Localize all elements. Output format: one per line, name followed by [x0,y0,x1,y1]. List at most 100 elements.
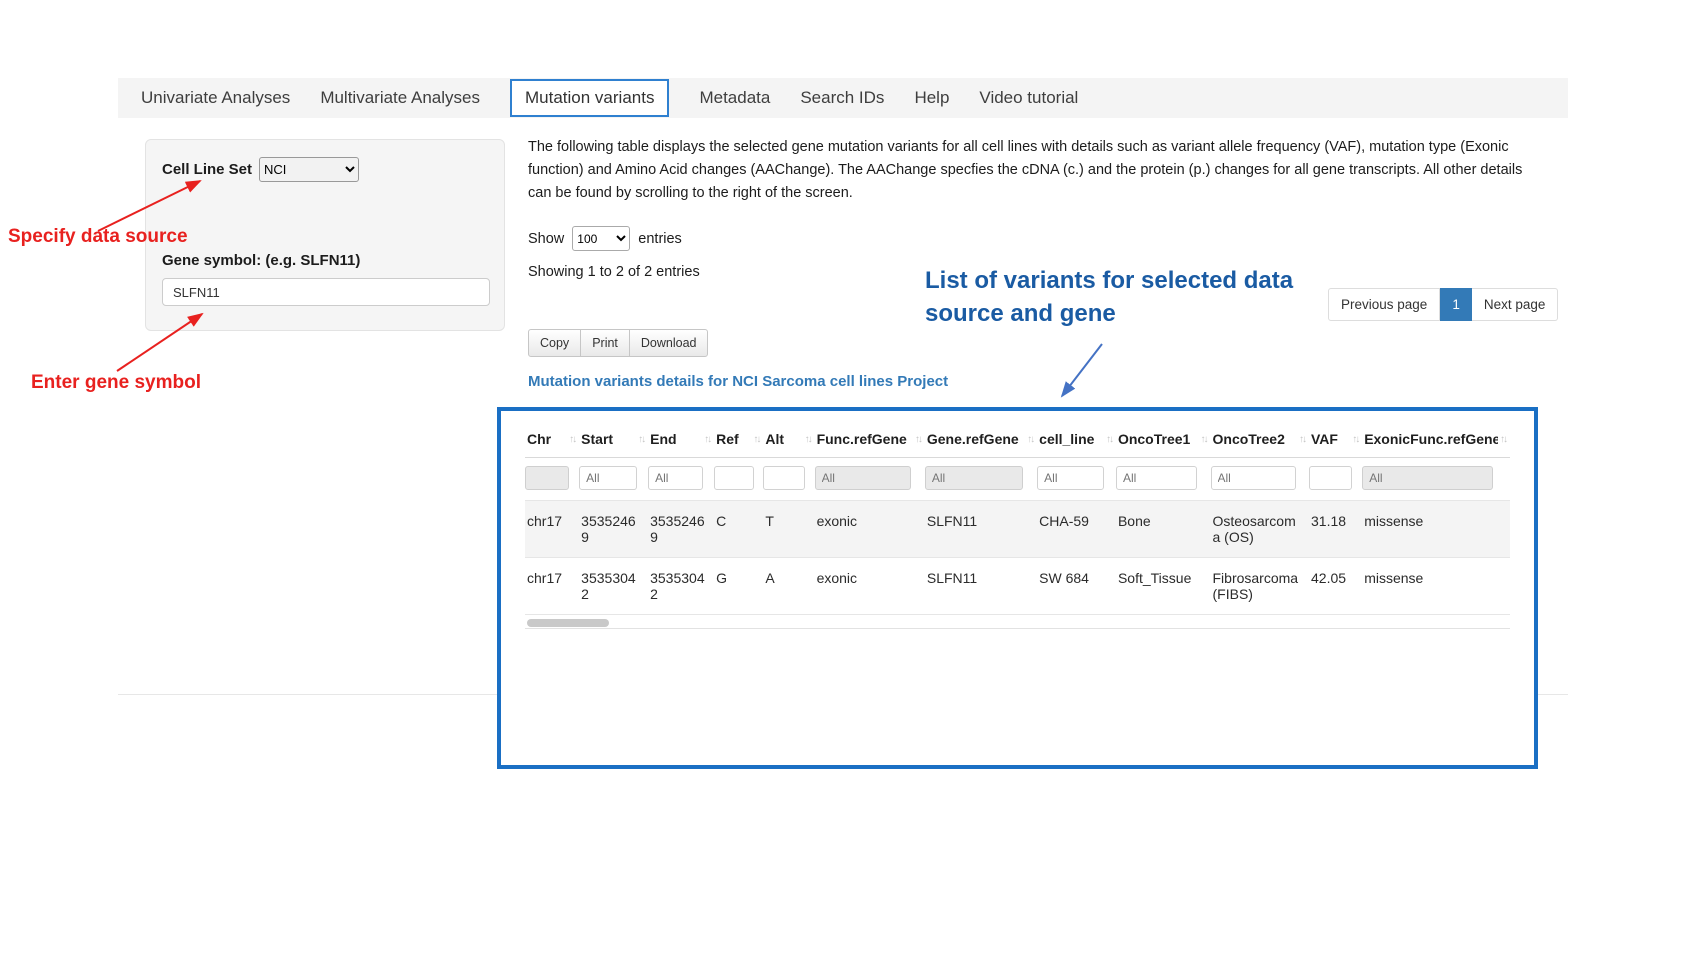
column-header-exonicfunc-refgene[interactable]: ExonicFunc.refGene↑↓ [1362,423,1510,458]
cell-oncotree2: Osteosarcoma (OS) [1211,501,1310,558]
mutation-variants-page: Univariate Analyses Multivariate Analyse… [0,0,1700,956]
variants-table-highlight-box: Chr↑↓ Start↑↓ End↑↓ Ref↑↓ Alt↑↓ Func.ref… [497,407,1538,769]
arrow-variants-list [1062,344,1102,396]
column-label: Chr [527,431,551,447]
column-label: VAF [1311,431,1338,447]
sort-icon: ↑↓ [913,434,921,445]
filter-exonicfunc-refgene[interactable] [1362,466,1492,490]
tab-multivariate-analyses[interactable]: Multivariate Analyses [320,88,480,108]
filter-oncotree1[interactable] [1116,466,1197,490]
page-length-select[interactable]: 100 [572,226,630,251]
column-header-func-refgene[interactable]: Func.refGene ↑↓ [815,423,925,458]
sort-icon: ↑↓ [567,434,575,445]
sort-icon: ↑↓ [702,434,710,445]
filter-chr[interactable] [525,466,569,490]
cell-cell-line: CHA-59 [1037,501,1116,558]
column-label: Func.refGene [817,431,907,447]
column-header-gene-refgene[interactable]: Gene.refGene ↑↓ [925,423,1037,458]
cell-start: 35353042 [579,558,648,615]
controls-panel: Cell Line Set NCI Gene symbol: (e.g. SLF… [145,139,505,331]
gene-symbol-input[interactable] [162,278,490,306]
cell-exonicfunc-refgene: missense [1362,558,1510,615]
annotation-specify-data-source: Specify data source [8,226,188,248]
table-caption-link[interactable]: Mutation variants details for NCI Sarcom… [528,373,948,390]
filter-func-refgene[interactable] [815,466,911,490]
filter-oncotree2[interactable] [1211,466,1296,490]
column-label: OncoTree1 [1118,431,1190,447]
sort-icon: ↑↓ [1025,434,1033,445]
table-header-row: Chr↑↓ Start↑↓ End↑↓ Ref↑↓ Alt↑↓ Func.ref… [525,423,1510,458]
filter-start[interactable] [579,466,637,490]
column-label: Alt [765,431,784,447]
tab-mutation-variants[interactable]: Mutation variants [510,79,669,117]
annotation-variants-list: List of variants for selected data sourc… [925,264,1337,330]
filter-end[interactable] [648,466,703,490]
column-label: ExonicFunc.refGene [1364,431,1498,447]
tab-video-tutorial[interactable]: Video tutorial [979,88,1078,108]
cell-oncotree1: Soft_Tissue [1116,558,1211,615]
column-header-alt[interactable]: Alt ↑↓ [763,423,814,458]
column-label: End [650,431,676,447]
cell-exonicfunc-refgene: missense [1362,501,1510,558]
cell-oncotree1: Bone [1116,501,1211,558]
cell-gene-refgene: SLFN11 [925,501,1037,558]
sort-icon: ↑↓ [1104,434,1112,445]
filter-vaf[interactable] [1309,466,1352,490]
print-button[interactable]: Print [580,329,630,357]
export-button-group: Copy Print Download [528,329,708,357]
page-number-button[interactable]: 1 [1440,288,1472,321]
table-description: The following table displays the selecte… [528,136,1524,205]
cell-start: 35352469 [579,501,648,558]
cell-gene-refgene: SLFN11 [925,558,1037,615]
annotation-enter-gene-symbol: Enter gene symbol [31,372,201,394]
horizontal-scrollbar-thumb[interactable] [527,619,609,627]
column-header-start[interactable]: Start↑↓ [579,423,648,458]
show-entries-control: Show 100 entries [528,226,682,251]
filter-gene-refgene[interactable] [925,466,1023,490]
cell-chr: chr17 [525,558,579,615]
tab-search-ids[interactable]: Search IDs [800,88,884,108]
top-nav: Univariate Analyses Multivariate Analyse… [118,78,1568,118]
cell-end: 35352469 [648,501,714,558]
pagination: Previous page 1 Next page [1328,288,1558,321]
copy-button[interactable]: Copy [528,329,581,357]
showing-entries-status: Showing 1 to 2 of 2 entries [528,264,700,280]
tab-metadata[interactable]: Metadata [699,88,770,108]
sort-icon: ↑↓ [1199,434,1207,445]
sort-icon: ↑↓ [1498,434,1506,445]
variants-table: Chr↑↓ Start↑↓ End↑↓ Ref↑↓ Alt↑↓ Func.ref… [525,423,1510,615]
column-label: Gene.refGene [927,431,1019,447]
sort-icon: ↑↓ [751,434,759,445]
cell-vaf: 42.05 [1309,558,1362,615]
cell-vaf: 31.18 [1309,501,1362,558]
column-header-chr[interactable]: Chr ↑↓ [525,423,579,458]
sort-icon: ↑↓ [1350,434,1358,445]
download-button[interactable]: Download [629,329,709,357]
filter-ref[interactable] [714,466,754,490]
column-header-vaf[interactable]: VAF ↑↓ [1309,423,1362,458]
column-header-ref[interactable]: Ref↑↓ [714,423,763,458]
cell-end: 35353042 [648,558,714,615]
column-label: OncoTree2 [1213,431,1285,447]
cell-func-refgene: exonic [815,501,925,558]
previous-page-button[interactable]: Previous page [1328,288,1440,321]
column-label: cell_line [1039,431,1094,447]
sort-icon: ↑↓ [803,434,811,445]
column-label: Start [581,431,613,447]
filter-alt[interactable] [763,466,805,490]
column-header-cell-line[interactable]: cell_line ↑↓ [1037,423,1116,458]
cell-ref: C [714,501,763,558]
cell-cell-line: SW 684 [1037,558,1116,615]
cell-alt: A [763,558,814,615]
tab-help[interactable]: Help [914,88,949,108]
column-header-oncotree1[interactable]: OncoTree1 ↑↓ [1116,423,1211,458]
column-header-end[interactable]: End ↑↓ [648,423,714,458]
entries-label: entries [638,231,682,247]
next-page-button[interactable]: Next page [1472,288,1559,321]
cell-line-set-select[interactable]: NCI [259,157,359,182]
filter-cell-line[interactable] [1037,466,1104,490]
sort-icon: ↑↓ [1297,434,1305,445]
column-header-oncotree2[interactable]: OncoTree2 ↑↓ [1211,423,1310,458]
cell-alt: T [763,501,814,558]
tab-univariate-analyses[interactable]: Univariate Analyses [141,88,290,108]
